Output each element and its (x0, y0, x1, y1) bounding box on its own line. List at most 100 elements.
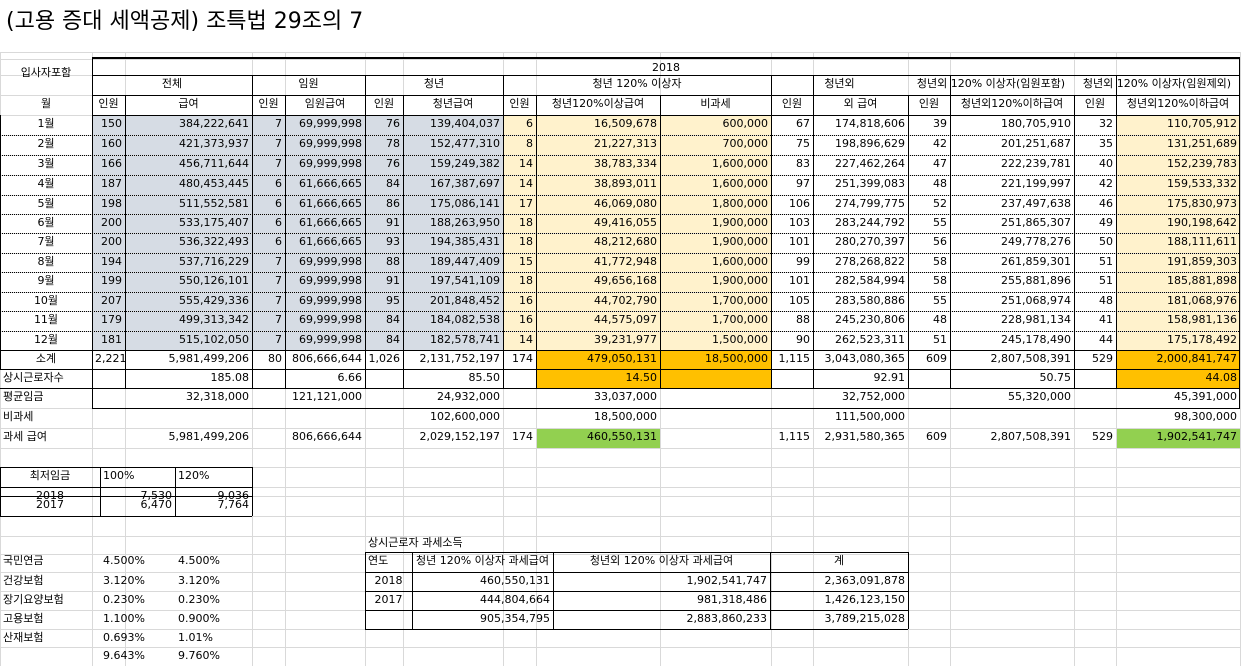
fte-cell[interactable]: 44.08 (1116, 369, 1240, 388)
nontax-cell[interactable]: 18,500,000 (536, 408, 660, 427)
table-row-cell[interactable]: 4월 (0, 175, 92, 194)
table-row-cell[interactable]: 15 (503, 253, 536, 272)
table-row-cell[interactable]: 174,818,606 (813, 115, 908, 134)
table-row-cell[interactable]: 44,702,790 (536, 292, 660, 311)
subtotal-cell[interactable]: 소계 (0, 350, 92, 369)
table-row-cell[interactable]: 12월 (0, 331, 92, 350)
avg-wage-cell[interactable]: 평균임금 (0, 388, 92, 407)
nontax-cell[interactable] (285, 408, 365, 427)
min-wage-header[interactable]: 100% (100, 467, 175, 486)
table-row-cell[interactable]: 106 (771, 195, 813, 214)
group-header[interactable]: 청년 120% 이상자 (503, 75, 771, 94)
taxable-cell[interactable]: 609 (908, 428, 950, 447)
avg-wage-cell[interactable] (1074, 388, 1116, 407)
taxable-cell[interactable] (252, 428, 285, 447)
table-row-cell[interactable]: 278,268,822 (813, 253, 908, 272)
table-row-cell[interactable]: 48 (908, 311, 950, 330)
table-row-cell[interactable]: 167,387,697 (403, 175, 503, 194)
table-row-cell[interactable]: 152,477,310 (403, 135, 503, 154)
insurance-cell[interactable]: 0.230% (100, 591, 175, 610)
table-row-cell[interactable]: 550,126,101 (125, 272, 252, 291)
table-row-cell[interactable]: 6 (252, 233, 285, 252)
table-row-cell[interactable]: 88 (365, 253, 403, 272)
fte-cell[interactable] (771, 369, 813, 388)
table-row-cell[interactable]: 78 (365, 135, 403, 154)
table-row-cell[interactable]: 47 (908, 155, 950, 174)
taxable-cell[interactable]: 과세 급여 (0, 428, 92, 447)
sub-header[interactable]: 인원 (365, 95, 403, 114)
subtotal-cell[interactable]: 529 (1074, 350, 1116, 369)
table-row-cell[interactable]: 69,999,998 (285, 292, 365, 311)
min-wage-cell[interactable]: 6,470 (100, 496, 175, 515)
table-row-cell[interactable]: 201,251,687 (950, 135, 1074, 154)
table-row-cell[interactable]: 251,068,974 (950, 292, 1074, 311)
table-row-cell[interactable]: 17 (503, 195, 536, 214)
income-cell[interactable]: 1,902,541,747 (553, 572, 770, 591)
table-row-cell[interactable]: 160 (92, 135, 125, 154)
min-wage-header[interactable]: 최저임금 (0, 467, 100, 486)
table-row-cell[interactable]: 69,999,998 (285, 311, 365, 330)
table-row-cell[interactable]: 105 (771, 292, 813, 311)
table-row-cell[interactable]: 48,212,680 (536, 233, 660, 252)
fte-cell[interactable] (92, 369, 125, 388)
table-row-cell[interactable]: 166 (92, 155, 125, 174)
table-row-cell[interactable]: 537,716,229 (125, 253, 252, 272)
sub-header[interactable]: 외 급여 (813, 95, 908, 114)
insurance-cell[interactable]: 국민연금 (0, 552, 100, 571)
income-cell[interactable]: 2018 (365, 572, 412, 591)
table-row-cell[interactable]: 86 (365, 195, 403, 214)
income-cell[interactable]: 981,318,486 (553, 591, 770, 610)
table-row-cell[interactable]: 76 (365, 155, 403, 174)
table-row-cell[interactable]: 1,600,000 (660, 175, 771, 194)
table-row-cell[interactable]: 91 (365, 272, 403, 291)
table-row-cell[interactable]: 159,533,332 (1116, 175, 1240, 194)
table-row-cell[interactable]: 190,198,642 (1116, 214, 1240, 233)
table-row-cell[interactable]: 41 (1074, 311, 1116, 330)
table-row-cell[interactable]: 185,881,898 (1116, 272, 1240, 291)
table-row-cell[interactable]: 32 (1074, 115, 1116, 134)
fte-cell[interactable] (252, 369, 285, 388)
taxable-cell[interactable]: 806,666,644 (285, 428, 365, 447)
subtotal-cell[interactable]: 5,981,499,206 (125, 350, 252, 369)
table-row-cell[interactable]: 38,893,011 (536, 175, 660, 194)
fte-cell[interactable] (503, 369, 536, 388)
table-row-cell[interactable]: 48 (908, 175, 950, 194)
table-row-cell[interactable]: 69,999,998 (285, 115, 365, 134)
taxable-cell[interactable] (365, 428, 403, 447)
table-row-cell[interactable]: 227,462,264 (813, 155, 908, 174)
table-row-cell[interactable]: 61,666,665 (285, 175, 365, 194)
taxable-cell[interactable] (660, 428, 771, 447)
group-header[interactable]: 전체 (92, 75, 252, 94)
table-row-cell[interactable]: 1,900,000 (660, 233, 771, 252)
table-row-cell[interactable]: 46 (1074, 195, 1116, 214)
table-row-cell[interactable]: 191,859,303 (1116, 253, 1240, 272)
income-cell[interactable]: 460,550,131 (412, 572, 553, 591)
table-row-cell[interactable]: 84 (365, 331, 403, 350)
insurance-cell[interactable]: 9.643% (100, 647, 175, 666)
sub-header[interactable]: 인원 (92, 95, 125, 114)
nontax-cell[interactable] (125, 408, 252, 427)
sub-header[interactable]: 인원 (1074, 95, 1116, 114)
table-row-cell[interactable]: 600,000 (660, 115, 771, 134)
table-row-cell[interactable]: 221,199,997 (950, 175, 1074, 194)
subtotal-cell[interactable]: 3,043,080,365 (813, 350, 908, 369)
income-cell[interactable]: 1,426,123,150 (770, 591, 908, 610)
table-row-cell[interactable]: 38,783,334 (536, 155, 660, 174)
sub-header[interactable]: 비과세 (660, 95, 771, 114)
subtotal-cell[interactable]: 2,000,841,747 (1116, 350, 1240, 369)
table-row-cell[interactable]: 198,896,629 (813, 135, 908, 154)
corner-label[interactable]: 입사자포함 (0, 64, 92, 83)
table-row-cell[interactable]: 249,778,276 (950, 233, 1074, 252)
table-row-cell[interactable]: 158,981,136 (1116, 311, 1240, 330)
table-row-cell[interactable]: 7 (252, 292, 285, 311)
taxable-cell[interactable]: 460,550,131 (536, 428, 660, 447)
table-row-cell[interactable]: 1월 (0, 115, 92, 134)
table-row-cell[interactable]: 55 (908, 292, 950, 311)
table-row-cell[interactable]: 88 (771, 311, 813, 330)
fte-cell[interactable]: 6.66 (285, 369, 365, 388)
income-cell[interactable]: 2,363,091,878 (770, 572, 908, 591)
table-row-cell[interactable]: 9월 (0, 272, 92, 291)
subtotal-cell[interactable]: 806,666,644 (285, 350, 365, 369)
table-row-cell[interactable]: 84 (365, 311, 403, 330)
table-row-cell[interactable]: 14 (503, 175, 536, 194)
